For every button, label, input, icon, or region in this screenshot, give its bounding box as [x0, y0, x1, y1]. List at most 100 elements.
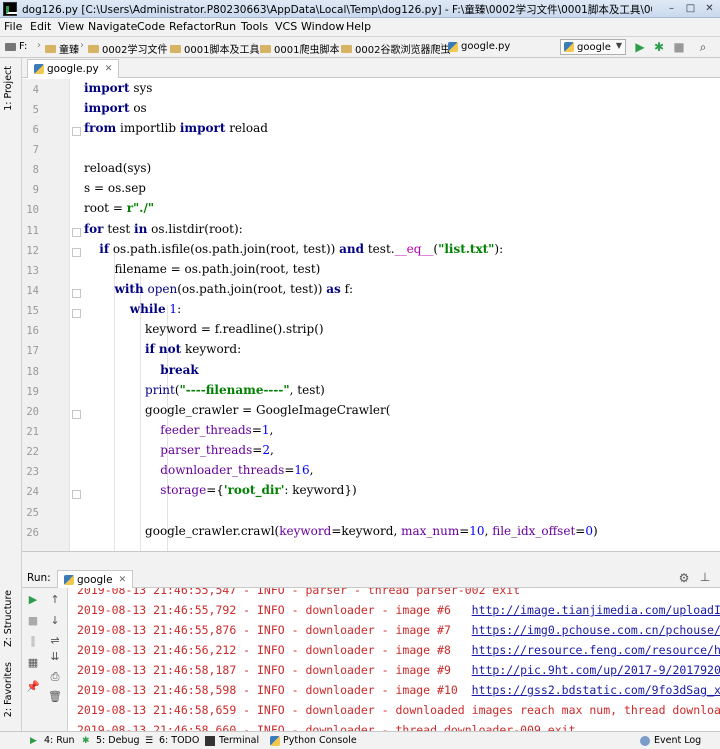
trash-icon[interactable]: 🗑 [48, 690, 62, 704]
console-link[interactable]: http://pic.9ht.com/up/2017-9/201792011 [472, 663, 720, 677]
menu-window[interactable]: Window [301, 20, 344, 33]
breadcrumb-folder-2[interactable]: 0002学习文件 [88, 41, 167, 56]
line-number: 11 [26, 225, 39, 237]
menu-navigate[interactable]: Navigate [88, 20, 137, 33]
menu-refactor[interactable]: Refactor [169, 20, 215, 33]
menu-code[interactable]: Code [137, 20, 165, 33]
code-line: print("----filename----", test) [145, 383, 325, 397]
todo-tool-tab[interactable]: ☰ 6: TODO [145, 735, 199, 746]
folder-icon [260, 44, 271, 53]
console-line: 2019-08-13 21:46:56,212 - INFO - downloa… [77, 643, 720, 657]
soft-wrap-icon[interactable]: ⇌ [48, 634, 62, 648]
close-button[interactable]: ✕ [703, 2, 716, 15]
python-console-icon [270, 735, 280, 746]
breadcrumb-folder-5[interactable]: 0002谷歌浏览器爬虫 [341, 41, 450, 56]
folder-icon [45, 44, 56, 53]
bottom-tool-bar: ▶ 4: Run ✱ 5: Debug ☰ 6: TODO Terminal Pyth… [0, 731, 720, 749]
close-icon[interactable]: ✕ [119, 575, 127, 585]
line-number: 7 [32, 144, 39, 156]
line-number: 12 [26, 245, 39, 257]
code-line: reload(sys) [84, 161, 152, 175]
scroll-to-end-icon[interactable]: ⇊ [48, 650, 62, 664]
navigation-bar: F: › 童臻 › 0002学习文件 › 0001脚本及工具 › 0001爬虫脚… [0, 36, 720, 58]
run-panel-header: Run: google ✕ ⚙ ⊥ [22, 569, 720, 588]
pause-icon[interactable]: ‖ [26, 634, 40, 648]
menu-run[interactable]: Run [215, 20, 236, 33]
run-tool-tab[interactable]: ▶ 4: Run [30, 735, 74, 746]
code-line: if os.path.isfile(os.path.join(root, tes… [99, 242, 504, 256]
pin-icon[interactable]: 📌 [26, 680, 40, 694]
menu-file[interactable]: File [4, 20, 22, 33]
line-number: 8 [32, 164, 39, 176]
breadcrumb-folder-3[interactable]: 0001脚本及工具 [170, 41, 259, 56]
run-configuration-select[interactable]: google ▼ [560, 39, 626, 55]
code-line: storage={'root_dir': keyword}) [160, 483, 357, 497]
run-tab-google[interactable]: google ✕ [57, 570, 134, 588]
maximize-button[interactable]: □ [684, 2, 697, 15]
menu-edit[interactable]: Edit [30, 20, 51, 33]
breadcrumb-folder-1[interactable]: 童臻 [45, 41, 79, 56]
terminal-tool-tab[interactable]: Terminal [205, 735, 259, 746]
run-icon[interactable]: ▶ [633, 40, 647, 54]
breadcrumb-folder-4[interactable]: 0001爬虫脚本 [260, 41, 339, 56]
console-line: 2019-08-13 21:46:55,792 - INFO - downloa… [77, 603, 720, 617]
gear-icon[interactable]: ⚙ [677, 571, 691, 585]
fold-marker-icon[interactable] [72, 309, 81, 318]
console-link[interactable]: http://image.tianjimedia.com/uploadImag [472, 603, 720, 617]
console-link[interactable]: https://img0.pchouse.com.cn/pchouse/bai [472, 623, 720, 637]
stop-icon[interactable]: ■ [672, 40, 686, 54]
line-number: 18 [26, 366, 39, 378]
fold-marker-icon[interactable] [72, 228, 81, 237]
console-link[interactable]: https://gss2.bdstatic.com/9fo3dSag_xI4k [472, 683, 720, 697]
debug-icon[interactable]: ✱ [652, 40, 666, 54]
menu-help[interactable]: Help [346, 20, 371, 33]
menu-vcs[interactable]: VCS [275, 20, 297, 33]
folder-icon [170, 44, 181, 53]
layout-icon[interactable]: ▦ [26, 656, 40, 670]
fold-marker-icon[interactable] [72, 410, 81, 419]
line-number: 4 [32, 84, 39, 96]
line-number: 14 [26, 285, 39, 297]
fold-marker-icon[interactable] [72, 490, 81, 499]
down-arrow-icon[interactable]: ↓ [48, 614, 62, 628]
terminal-icon [205, 735, 215, 746]
python-console-tool-tab[interactable]: Python Console [270, 735, 357, 746]
panel-splitter[interactable] [22, 551, 720, 569]
rerun-icon[interactable]: ▶ [26, 593, 40, 607]
breadcrumb-drive[interactable]: F: [5, 41, 27, 52]
event-log-tool-tab[interactable]: Event Log [640, 735, 701, 746]
structure-tool-tab[interactable]: Z: Structure [3, 590, 14, 647]
close-icon[interactable]: ✕ [105, 64, 113, 74]
line-number: 19 [26, 386, 39, 398]
line-number: 24 [26, 486, 39, 498]
menu-tools[interactable]: Tools [241, 20, 268, 33]
code-line: break [160, 363, 199, 377]
code-line: filename = os.path.join(root, test) [84, 262, 321, 276]
editor-tab-bar: google.py ✕ [22, 58, 720, 78]
print-icon[interactable]: ⎙ [48, 670, 62, 684]
line-number: 9 [32, 184, 39, 196]
minimize-button[interactable]: – [665, 2, 678, 15]
up-arrow-icon[interactable]: ↑ [48, 593, 62, 607]
fold-marker-icon[interactable] [72, 127, 81, 136]
code-line: for test in os.listdir(root): [84, 222, 243, 236]
breadcrumb-file[interactable]: google.py [448, 41, 510, 52]
favorites-tool-tab[interactable]: 2: Favorites [3, 662, 14, 717]
line-number: 21 [26, 426, 39, 438]
run-console[interactable]: 2019-08-13 21:46:55,547 - INFO - parser … [68, 588, 720, 731]
code-line: parser_threads=2, [160, 443, 274, 457]
code-editor[interactable]: import sys import os from importlib impo… [70, 79, 720, 551]
search-icon[interactable]: ⌕ [696, 40, 710, 54]
fold-marker-icon[interactable] [72, 248, 81, 257]
menu-view[interactable]: View [58, 20, 84, 33]
console-link[interactable]: https://resource.feng.com/resource/h060 [472, 643, 720, 657]
run-panel-label: Run: [27, 572, 51, 584]
fold-marker-icon[interactable] [72, 289, 81, 298]
debug-tool-tab[interactable]: ✱ 5: Debug [82, 735, 140, 746]
line-number: 5 [32, 104, 39, 116]
folder-icon [341, 44, 352, 53]
stop-icon[interactable]: ■ [26, 614, 40, 628]
code-line: root = r"./" [84, 201, 155, 215]
editor-tab-google[interactable]: google.py ✕ [27, 59, 120, 78]
hide-panel-icon[interactable]: ⊥ [698, 570, 712, 584]
